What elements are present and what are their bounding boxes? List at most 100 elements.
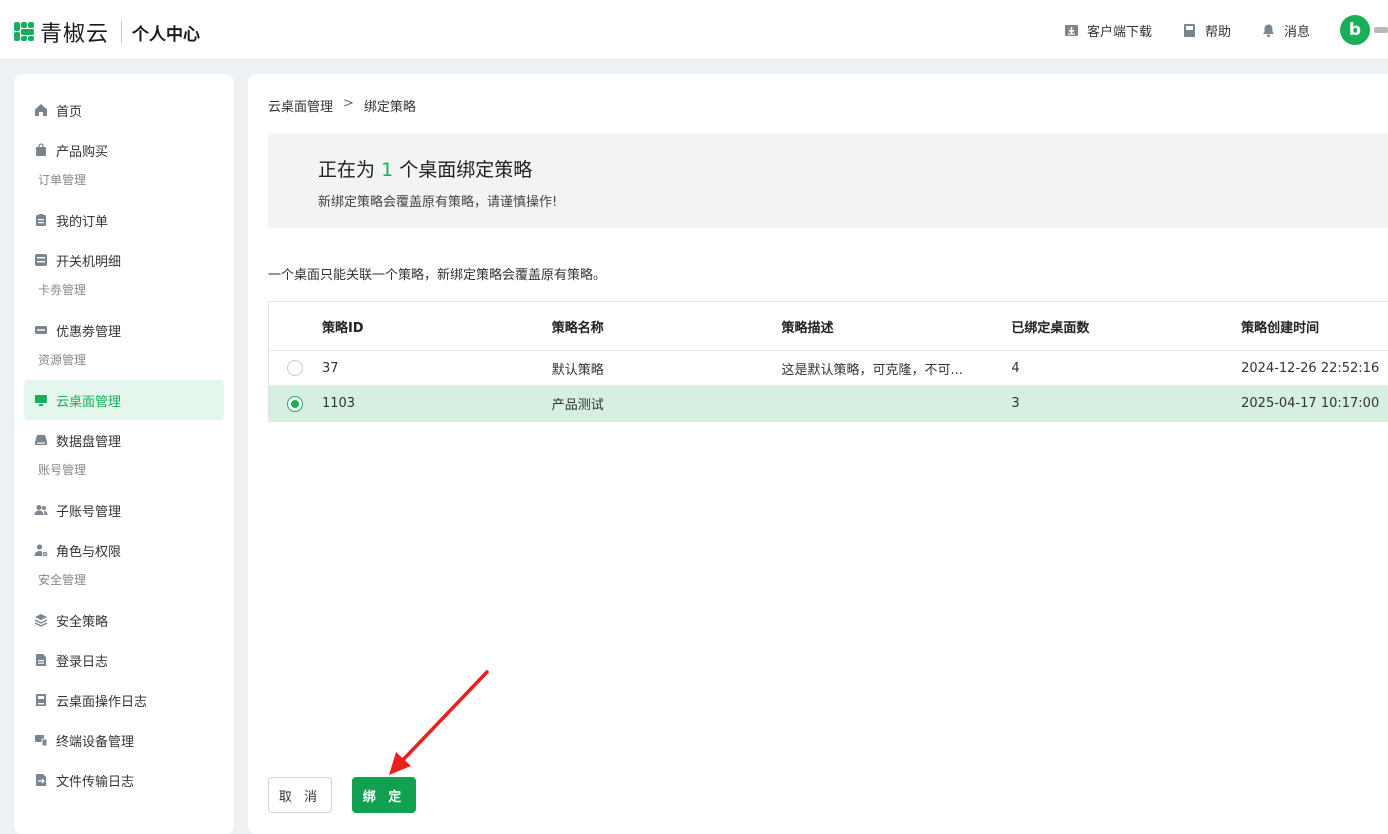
ticket-icon — [34, 323, 48, 337]
main-panel: 云桌面管理 > 绑定策略 正在为 1 个桌面绑定策略 新绑定策略会覆盖原有策略，… — [248, 74, 1388, 834]
sidebar-nav: 首页产品购买订单管理我的订单开关机明细卡劵管理优惠劵管理资源管理云桌面管理数据盘… — [14, 74, 234, 800]
messages-label: 消息 — [1283, 24, 1310, 40]
sidebar-item-label: 安全策略 — [56, 614, 109, 630]
breadcrumb-separator: > — [343, 96, 354, 111]
page-subtitle: 个人中心 — [132, 24, 201, 45]
policy-id-cell: 1103 — [321, 396, 356, 411]
policy-name-cell: 产品测试 — [551, 398, 604, 413]
layers-icon — [34, 613, 48, 627]
sidebar-item[interactable]: 安全策略 — [24, 600, 224, 640]
table-header: 策略ID 策略名称 策略描述 已绑定桌面数 策略创建时间 — [269, 302, 1388, 351]
row-radio[interactable] — [287, 360, 304, 376]
sidebar-item-label: 子账号管理 — [56, 504, 122, 520]
file-transfer-icon — [34, 773, 48, 787]
help-link[interactable]: 帮助 — [1182, 21, 1231, 40]
sidebar-group-label: 安全管理 — [38, 573, 87, 587]
column-header: 策略描述 — [781, 320, 834, 336]
policy-name-cell: 默认策略 — [551, 362, 604, 378]
download-icon — [1064, 24, 1078, 36]
bell-icon — [1262, 24, 1274, 37]
sidebar-item-label: 登录日志 — [56, 654, 109, 670]
sidebar: 首页产品购买订单管理我的订单开关机明细卡劵管理优惠劵管理资源管理云桌面管理数据盘… — [14, 74, 234, 834]
sidebar-item-label: 产品购买 — [56, 144, 109, 160]
home-icon — [34, 103, 48, 117]
row-radio[interactable] — [287, 395, 304, 412]
sidebar-item-label: 首页 — [56, 104, 83, 120]
sidebar-item[interactable]: 开关机明细 — [24, 240, 224, 280]
sidebar-item[interactable]: 首页 — [24, 90, 224, 130]
sidebar-group-label: 账号管理 — [38, 463, 87, 477]
messages-link[interactable]: 消息 — [1261, 21, 1310, 40]
document-icon — [34, 653, 48, 667]
sidebar-group-label: 订单管理 — [38, 173, 87, 187]
column-header: 已绑定桌面数 — [1011, 320, 1090, 336]
logo-divider — [121, 21, 123, 43]
help-label: 帮助 — [1204, 24, 1231, 40]
log-icon — [34, 693, 48, 707]
sidebar-item[interactable]: 数据盘管理 — [24, 420, 224, 460]
policy-table: 策略ID 策略名称 策略描述 已绑定桌面数 策略创建时间 37 默认策略 这是默… — [268, 301, 1388, 422]
users-icon — [34, 503, 48, 517]
policy-id-cell: 37 — [321, 360, 339, 376]
sidebar-item[interactable]: 登录日志 — [24, 640, 224, 680]
breadcrumb-current: 绑定策略 — [363, 100, 416, 115]
sidebar-item[interactable]: 子账号管理 — [24, 490, 224, 530]
download-client-link[interactable]: 客户端下载 — [1064, 21, 1152, 40]
user-menu-indicator[interactable] — [1374, 27, 1388, 33]
desktop-count: 1 — [381, 159, 394, 181]
monitor-icon — [34, 393, 48, 407]
sidebar-item[interactable]: 云桌面管理 — [24, 380, 224, 420]
sidebar-group-label: 资源管理 — [38, 353, 87, 367]
logo-text: 青椒云 — [40, 22, 110, 47]
breadcrumb: 云桌面管理 > 绑定策略 — [268, 96, 416, 115]
column-header: 策略ID — [321, 320, 364, 336]
banner-title-prefix: 正在为 — [318, 159, 376, 181]
sidebar-item-label: 开关机明细 — [56, 254, 122, 270]
sidebar-item[interactable]: 优惠劵管理 — [24, 310, 224, 350]
logo[interactable]: 青椒云 个人中心 — [14, 16, 200, 48]
created-time-cell: 2024-12-26 22:52:16 — [1241, 360, 1380, 376]
clipboard-icon — [34, 213, 48, 227]
sidebar-item[interactable]: 终端设备管理 — [24, 720, 224, 760]
bind-button[interactable]: 绑 定 — [352, 777, 416, 813]
sidebar-group-label: 卡劵管理 — [38, 283, 87, 297]
sidebar-item-label: 云桌面管理 — [56, 394, 122, 410]
table-row[interactable]: 37 默认策略 这是默认策略，可克隆，不可... 4 2024-12-26 22… — [269, 351, 1388, 386]
table-row[interactable]: 1103 产品测试 3 2025-04-17 10:17:00 — [269, 386, 1388, 421]
banner-title: 正在为 1 个桌面绑定策略 — [318, 155, 532, 182]
sidebar-item[interactable]: 文件传输日志 — [24, 760, 224, 800]
breadcrumb-parent[interactable]: 云桌面管理 — [268, 96, 333, 115]
sidebar-item-label: 终端设备管理 — [56, 734, 135, 750]
column-header: 策略名称 — [551, 320, 604, 336]
sidebar-item-label: 优惠劵管理 — [56, 324, 122, 340]
book-icon — [1183, 23, 1195, 37]
banner-warning: 新绑定策略会覆盖原有策略，请谨慎操作! — [318, 195, 558, 210]
sidebar-item[interactable]: 角色与权限 — [24, 530, 224, 570]
sidebar-item-label: 文件传输日志 — [56, 774, 135, 790]
download-client-label: 客户端下载 — [1086, 24, 1152, 40]
banner-title-suffix: 个桌面绑定策略 — [399, 159, 533, 181]
shopping-bag-icon — [34, 143, 48, 157]
logo-mark-icon — [14, 22, 34, 42]
bound-count-cell: 3 — [1011, 396, 1020, 411]
cancel-button[interactable]: 取 消 — [268, 777, 332, 813]
bound-count-cell: 4 — [1011, 360, 1020, 376]
sidebar-item-label: 我的订单 — [56, 214, 109, 230]
disk-icon — [34, 433, 48, 447]
policy-tip: 一个桌面只能关联一个策略，新绑定策略会覆盖原有策略。 — [268, 268, 607, 283]
user-gear-icon — [34, 543, 48, 557]
sidebar-item[interactable]: 产品购买 — [24, 130, 224, 170]
info-banner: 正在为 1 个桌面绑定策略 新绑定策略会覆盖原有策略，请谨慎操作! — [268, 133, 1388, 228]
checklist-icon — [34, 253, 48, 267]
sidebar-item[interactable]: 我的订单 — [24, 200, 224, 240]
sidebar-item-label: 云桌面操作日志 — [56, 694, 148, 710]
top-header: 青椒云 个人中心 客户端下载 帮助 消息 b — [0, 0, 1388, 60]
sidebar-item[interactable]: 云桌面操作日志 — [24, 680, 224, 720]
policy-desc-cell: 这是默认策略，可克隆，不可... — [781, 362, 963, 378]
created-time-cell: 2025-04-17 10:17:00 — [1241, 396, 1380, 411]
column-header: 策略创建时间 — [1241, 320, 1320, 336]
avatar[interactable]: b — [1340, 15, 1370, 45]
devices-icon — [34, 733, 48, 747]
sidebar-item-label: 角色与权限 — [56, 544, 122, 560]
sidebar-item-label: 数据盘管理 — [56, 434, 122, 450]
